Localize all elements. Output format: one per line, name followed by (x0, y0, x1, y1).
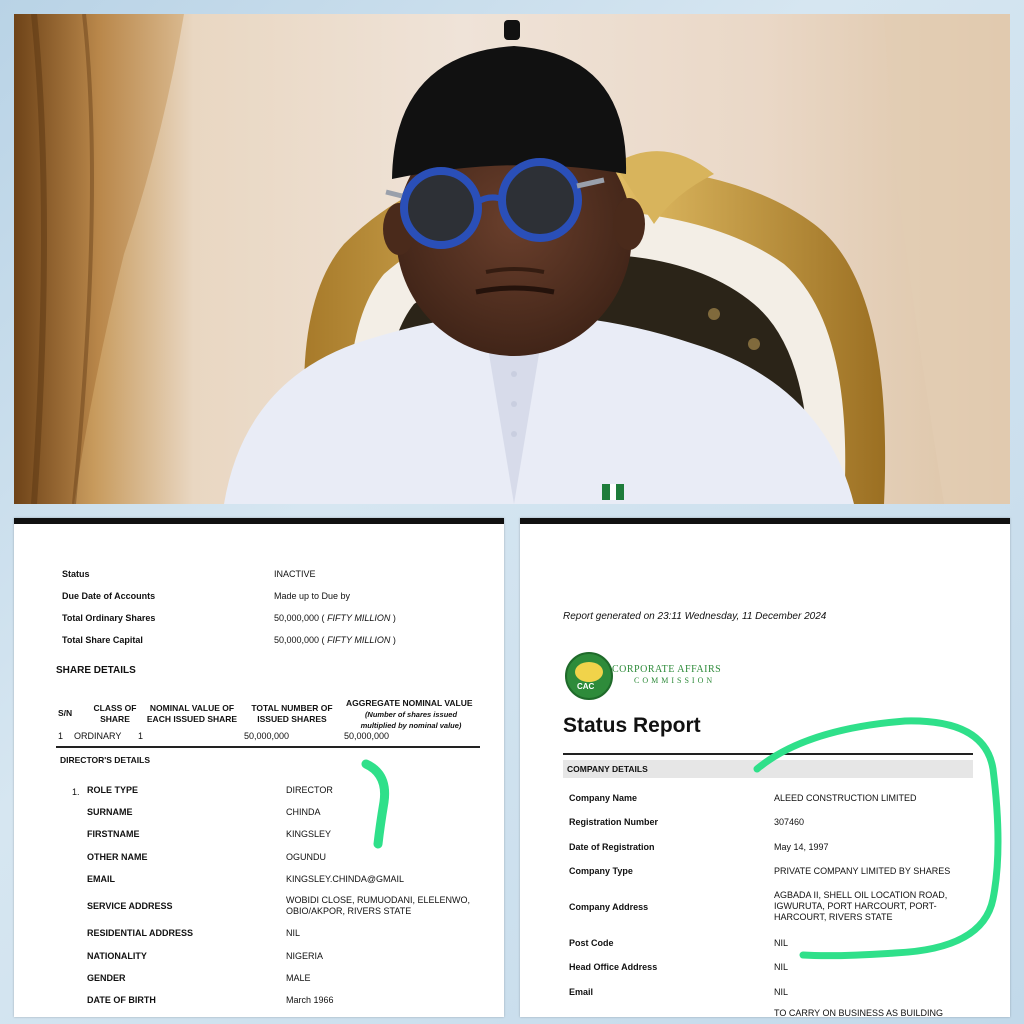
company-field-value: PRIVATE COMPANY LIMITED BY SHARES (774, 866, 951, 876)
summary-value: INACTIVE (274, 569, 316, 579)
company-field-label: Head Office Address (569, 962, 658, 972)
summary-label: Total Ordinary Shares (62, 613, 156, 623)
summary-value: Made up to Due by (274, 591, 351, 601)
director-field-value: WOBIDI CLOSE, RUMUODANI, ELELENWO, OBIO/… (286, 895, 471, 916)
director-field-value: DIRECTOR (286, 785, 333, 795)
director-field-value: NIL (286, 928, 301, 938)
share-row-sn: 1 (58, 731, 64, 741)
summary-label: Total Share Capital (62, 635, 143, 645)
logo-emblem (575, 662, 603, 682)
company-field-value: May 14, 1997 (774, 842, 829, 852)
col-total-header: TOTAL NUMBER OF ISSUED SHARES (251, 703, 333, 724)
director-field-value: NIGERIA (286, 951, 324, 961)
director-field-label: ROLE TYPE (87, 785, 139, 795)
director-field-label: DATE OF BIRTH (87, 995, 156, 1005)
col-aggregate-note: (Number of shares issued multiplied by n… (360, 710, 462, 730)
share-row-aggregate: 50,000,000 (344, 731, 390, 741)
logo-badge-text: CAC (577, 682, 595, 691)
director-field-label: OTHER NAME (87, 852, 148, 862)
summary-value: 50,000,000 ( FIFTY MILLION ) (274, 635, 396, 645)
director-field-label: EMAIL (87, 874, 115, 884)
director-field-label: NATIONALITY (87, 951, 147, 961)
cac-logo: CAC (565, 652, 613, 700)
company-field-value: NIL (774, 962, 789, 972)
director-field-value: KINGSLEY.CHINDA@GMAIL (286, 874, 405, 884)
summary-value: 50,000,000 ( FIFTY MILLION ) (274, 613, 396, 623)
company-field-label: Registration Number (569, 817, 659, 827)
company-field-label: Date of Registration (569, 842, 655, 852)
company-field-label: Company Name (569, 793, 638, 803)
col-nominal-header: NOMINAL VALUE OF EACH ISSUED SHARE (146, 703, 238, 724)
director-field-label: RESIDENTIAL ADDRESS (87, 928, 194, 938)
highlight-mark (361, 759, 390, 849)
share-details-document: Status INACTIVE Due Date of Accounts Mad… (14, 518, 504, 1017)
company-field-label: Post Code (569, 938, 614, 948)
director-field-value: MALE (286, 973, 311, 983)
report-generated-text: Report generated on 23:11 Wednesday, 11 … (563, 611, 827, 622)
col-class-header: CLASS OF SHARE (93, 703, 137, 724)
share-row-class: ORDINARY (74, 731, 122, 741)
title-divider (563, 753, 973, 755)
company-field-value: AGBADA II, SHELL OIL LOCATION ROAD, IGWU… (774, 890, 948, 922)
director-field-value: KINGSLEY (286, 829, 332, 839)
director-field-label: SERVICE ADDRESS (87, 901, 173, 911)
table-divider (56, 746, 480, 748)
logo-text-line1: CORPORATE AFFAIRS (612, 664, 722, 675)
summary-label: Due Date of Accounts (62, 591, 156, 601)
report-title: Status Report (563, 714, 701, 737)
section-heading: COMPANY DETAILS (567, 764, 648, 774)
share-row-nominal: 1 (138, 731, 144, 741)
company-field-value: 307460 (774, 817, 805, 827)
portrait-photo (14, 14, 1010, 504)
col-aggregate-header: AGGREGATE NOMINAL VALUE (346, 698, 473, 708)
summary-label: Status (62, 569, 90, 579)
company-field-label: Company Address (569, 902, 649, 912)
director-field-label: GENDER (87, 973, 126, 983)
company-nature-text: TO CARRY ON BUSINESS AS BUILDING (774, 1008, 944, 1017)
director-field-label: FIRSTNAME (87, 829, 140, 839)
company-field-value: NIL (774, 987, 789, 997)
directors-heading: DIRECTOR'S DETAILS (60, 755, 151, 765)
company-field-value: ALEED CONSTRUCTION LIMITED (774, 793, 917, 803)
company-field-label: Company Type (569, 866, 633, 876)
logo-text-line2: COMMISSION (634, 676, 716, 685)
director-field-value: CHINDA (286, 807, 321, 817)
col-sn-header: S/N (58, 708, 73, 718)
director-field-value: March 1966 (286, 995, 334, 1005)
company-field-value: NIL (774, 938, 789, 948)
portrait-illustration (14, 14, 1010, 504)
status-report-document: Report generated on 23:11 Wednesday, 11 … (520, 518, 1010, 1017)
director-field-label: SURNAME (87, 807, 133, 817)
company-field-label: Email (569, 987, 594, 997)
director-index: 1. (72, 787, 80, 797)
share-row-total: 50,000,000 (244, 731, 290, 741)
director-field-value: OGUNDU (286, 852, 326, 862)
share-details-heading: SHARE DETAILS (56, 665, 136, 676)
